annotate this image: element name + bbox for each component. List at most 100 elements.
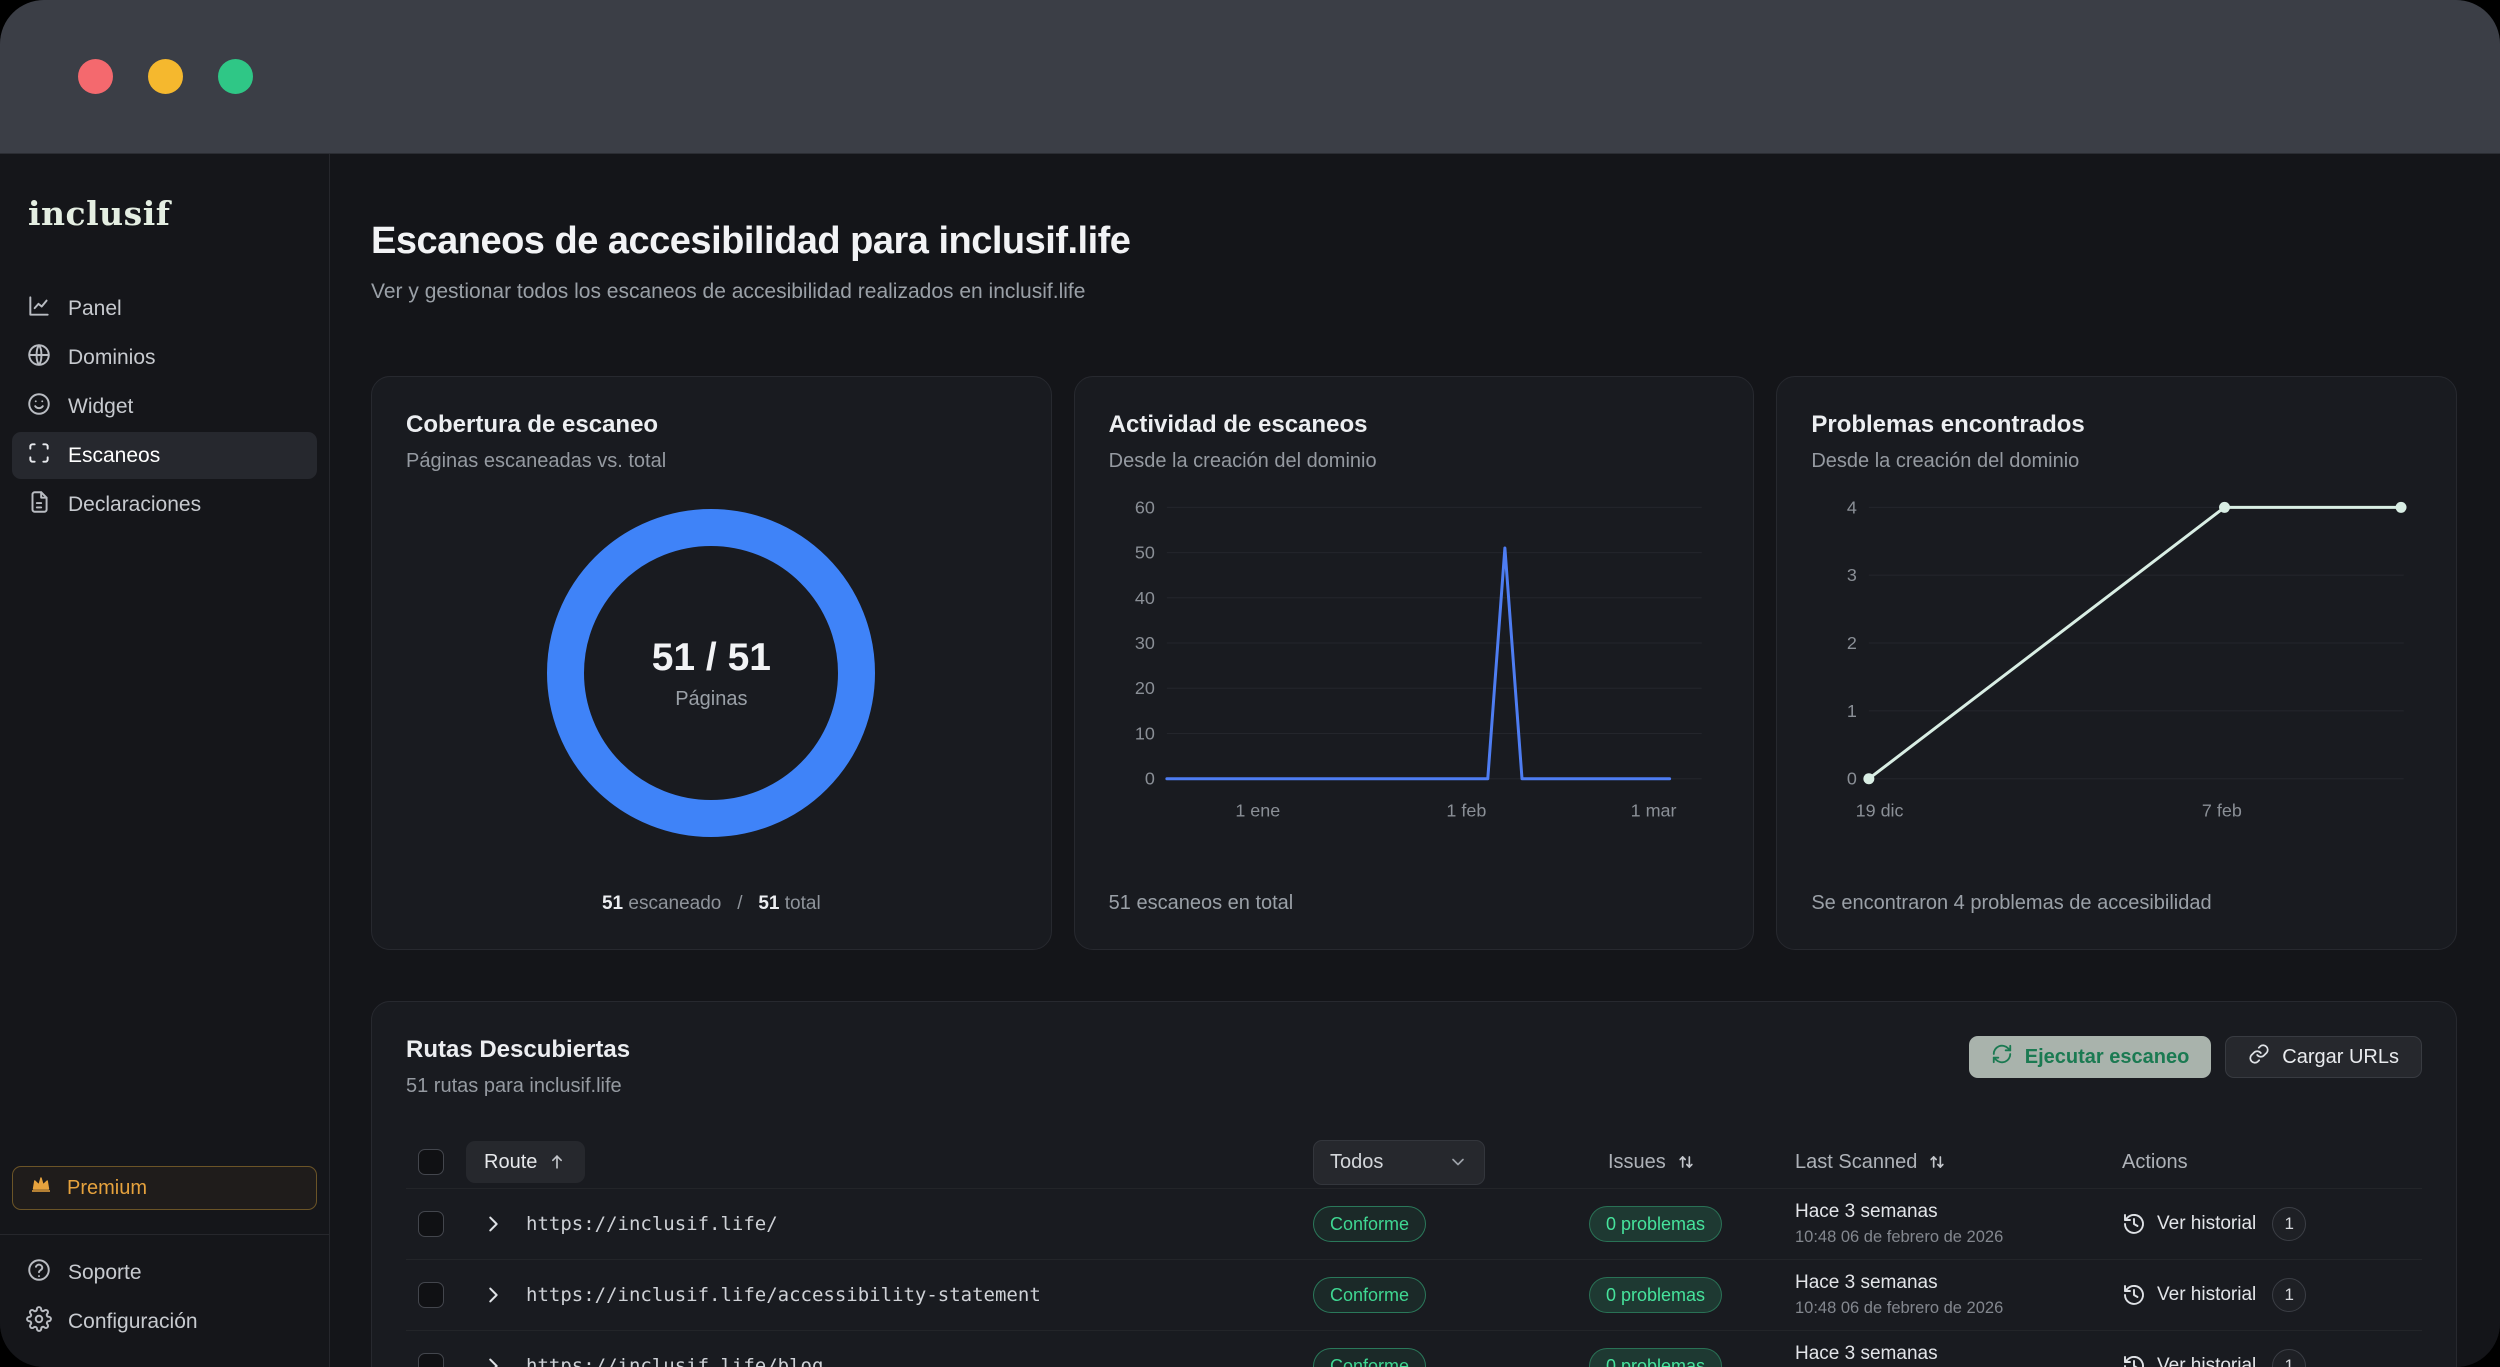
svg-text:1 feb: 1 feb [1446, 801, 1486, 821]
actions-header: Actions [2122, 1151, 2422, 1174]
donut-label: Páginas [675, 688, 747, 711]
scan-count-badge[interactable]: 1 [2272, 1278, 2306, 1312]
scan-icon [26, 440, 52, 472]
svg-text:30: 30 [1135, 633, 1155, 653]
line-chart-icon [26, 293, 52, 325]
history-icon [2122, 1354, 2146, 1367]
sidebar: inclusif Panel Dominios Widget Escaneos [0, 154, 330, 1367]
svg-text:20: 20 [1135, 678, 1155, 698]
issues-header[interactable]: Issues [1589, 1151, 1795, 1174]
view-history-button[interactable]: Ver historial [2122, 1283, 2256, 1307]
premium-label: Premium [67, 1177, 147, 1200]
activity-footer: 51 escaneos en total [1109, 892, 1720, 915]
route-sort-button[interactable]: Route [466, 1141, 585, 1183]
sidebar-item-panel[interactable]: Panel [12, 285, 317, 332]
zoom-window-button[interactable] [218, 59, 253, 94]
sidebar-item-declaraciones[interactable]: Declaraciones [12, 481, 317, 528]
view-history-button[interactable]: Ver historial [2122, 1354, 2256, 1367]
run-scan-label: Ejecutar escaneo [2025, 1046, 2190, 1069]
table-row: https://inclusif.life/accessibility-stat… [406, 1259, 2422, 1330]
sidebar-item-widget[interactable]: Widget [12, 383, 317, 430]
coverage-donut: 51 / 51 Páginas [547, 509, 875, 837]
sidebar-item-label: Panel [68, 297, 122, 321]
scan-count-badge[interactable]: 1 [2272, 1207, 2306, 1241]
sidebar-item-configuracion[interactable]: Configuración [12, 1298, 317, 1345]
table-row: https://inclusif.life/blog Conforme 0 pr… [406, 1330, 2422, 1367]
svg-text:7 feb: 7 feb [2202, 801, 2242, 821]
status-badge: Conforme [1313, 1277, 1426, 1313]
run-scan-button[interactable]: Ejecutar escaneo [1969, 1036, 2212, 1078]
card-title: Problemas encontrados [1811, 411, 2422, 439]
last-scanned-header[interactable]: Last Scanned [1795, 1151, 2122, 1174]
premium-button[interactable]: Premium [12, 1166, 317, 1210]
card-subtitle: Páginas escaneadas vs. total [406, 450, 1017, 473]
help-icon [26, 1257, 52, 1289]
routes-subtitle: 51 rutas para inclusif.life [406, 1075, 1969, 1098]
route-url[interactable]: https://inclusif.life/ [526, 1213, 778, 1235]
svg-text:19 dic: 19 dic [1856, 801, 1904, 821]
status-filter-select[interactable]: Todos [1313, 1140, 1485, 1185]
page-subtitle: Ver y gestionar todos los escaneos de ac… [371, 280, 2457, 304]
chevron-right-icon[interactable] [482, 1213, 504, 1235]
select-all-checkbox[interactable] [418, 1149, 444, 1175]
issues-badge: 0 problemas [1589, 1277, 1722, 1313]
route-url[interactable]: https://inclusif.life/blog [526, 1355, 823, 1367]
load-urls-button[interactable]: Cargar URLs [2225, 1036, 2422, 1078]
chevron-right-icon[interactable] [482, 1355, 504, 1367]
svg-text:60: 60 [1135, 497, 1155, 517]
sort-updown-icon [1676, 1152, 1696, 1172]
svg-text:0: 0 [1847, 769, 1857, 789]
link-icon [2248, 1043, 2270, 1071]
issues-line-chart: 0123419 dic7 feb [1811, 495, 2422, 825]
load-urls-label: Cargar URLs [2282, 1046, 2399, 1069]
svg-text:2: 2 [1847, 633, 1857, 653]
chevron-right-icon[interactable] [482, 1284, 504, 1306]
close-window-button[interactable] [78, 59, 113, 94]
issues-badge: 0 problemas [1589, 1206, 1722, 1242]
svg-text:1 mar: 1 mar [1630, 801, 1676, 821]
titlebar [0, 0, 2500, 154]
routes-table: Route Todos Issues [406, 1136, 2422, 1367]
sidebar-item-dominios[interactable]: Dominios [12, 334, 317, 381]
crown-icon [29, 1173, 53, 1203]
svg-text:1 ene: 1 ene [1235, 801, 1280, 821]
sidebar-divider [0, 1234, 329, 1235]
stats-cards-row: Cobertura de escaneo Páginas escaneadas … [371, 376, 2457, 950]
routes-card: Rutas Descubiertas 51 rutas para inclusi… [371, 1001, 2457, 1367]
view-history-button[interactable]: Ver historial [2122, 1212, 2256, 1236]
table-row: https://inclusif.life/ Conforme 0 proble… [406, 1188, 2422, 1259]
row-checkbox[interactable] [418, 1353, 444, 1367]
card-title: Actividad de escaneos [1109, 411, 1720, 439]
card-subtitle: Desde la creación del dominio [1109, 450, 1720, 473]
status-badge: Conforme [1313, 1206, 1426, 1242]
last-scanned-relative: Hace 3 semanas [1795, 1343, 2122, 1365]
sidebar-footer-nav: Soporte Configuración [0, 1249, 329, 1345]
issues-card: Problemas encontrados Desde la creación … [1776, 376, 2457, 950]
sidebar-item-soporte[interactable]: Soporte [12, 1249, 317, 1296]
activity-card: Actividad de escaneos Desde la creación … [1074, 376, 1755, 950]
sort-updown-icon [1927, 1152, 1947, 1172]
scan-count-badge[interactable]: 1 [2272, 1349, 2306, 1367]
route-url[interactable]: https://inclusif.life/accessibility-stat… [526, 1284, 1041, 1306]
app-logo: inclusif [0, 194, 329, 233]
sidebar-item-label: Escaneos [68, 444, 160, 468]
table-header-row: Route Todos Issues [406, 1136, 2422, 1188]
issues-badge: 0 problemas [1589, 1348, 1722, 1367]
refresh-icon [1991, 1043, 2013, 1071]
issues-footer: Se encontraron 4 problemas de accesibili… [1811, 892, 2422, 915]
last-scanned-exact: 10:48 06 de febrero de 2026 [1795, 1228, 2122, 1247]
sidebar-item-escaneos[interactable]: Escaneos [12, 432, 317, 479]
page-title: Escaneos de accesibilidad para inclusif.… [371, 220, 2457, 263]
smiley-icon [26, 391, 52, 423]
history-icon [2122, 1212, 2146, 1236]
status-filter-value: Todos [1330, 1151, 1383, 1174]
svg-text:1: 1 [1847, 701, 1857, 721]
svg-text:10: 10 [1135, 723, 1155, 743]
coverage-card: Cobertura de escaneo Páginas escaneadas … [371, 376, 1052, 950]
routes-title: Rutas Descubiertas [406, 1036, 1969, 1064]
row-checkbox[interactable] [418, 1211, 444, 1237]
row-checkbox[interactable] [418, 1282, 444, 1308]
minimize-window-button[interactable] [148, 59, 183, 94]
svg-text:0: 0 [1145, 769, 1155, 789]
document-icon [26, 489, 52, 521]
